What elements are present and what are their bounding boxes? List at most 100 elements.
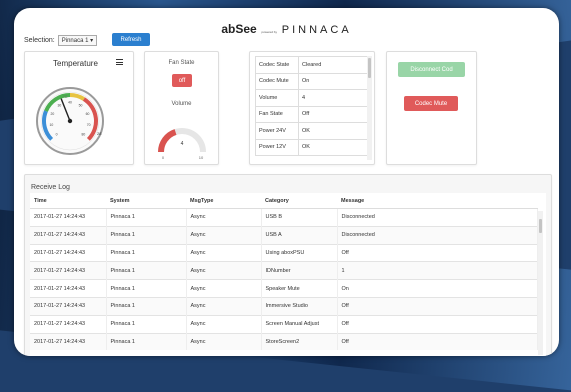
log-cell: Pinnaca 1 bbox=[106, 332, 187, 351]
selection-value: Pinnaca 1 bbox=[61, 38, 89, 44]
codec-row: Fan State Off bbox=[255, 105, 368, 123]
codec-status-panel: Codec State Cleared Codec Mute On Volume 4 Fan… bbox=[249, 51, 375, 165]
volume-max: 10 bbox=[199, 155, 204, 160]
log-cell: Async bbox=[186, 296, 262, 316]
temperature-unit: °C bbox=[63, 94, 68, 99]
log-cell: Speaker Mute bbox=[261, 279, 338, 298]
log-cell: Off bbox=[337, 332, 538, 351]
log-cell: IDNumber bbox=[261, 261, 338, 280]
log-cell: 1 bbox=[337, 261, 538, 280]
log-cell: Disconnected bbox=[337, 208, 538, 227]
table-row[interactable]: 2017-01-27 14:24:43 Pinnaca 1 Async USB A Di… bbox=[30, 225, 538, 245]
log-cell: 2017-01-27 14:24:43 bbox=[30, 314, 107, 334]
log-column-header[interactable]: MsgType bbox=[186, 193, 261, 209]
codec-key: Volume bbox=[255, 89, 299, 107]
log-cell: 2017-01-27 14:24:43 bbox=[30, 296, 107, 316]
receive-log-title: Receive Log bbox=[31, 184, 70, 191]
table-row[interactable]: 2017-01-27 14:24:43 Pinnaca 1 Async Immersi… bbox=[30, 296, 538, 316]
table-row[interactable]: 2017-01-27 14:24:43 Pinnaca 1 Async Screen … bbox=[30, 314, 538, 334]
action-panel: Disconnect Cod Codec Mute bbox=[386, 51, 477, 165]
codec-row: Power 24V OK bbox=[255, 122, 368, 140]
codec-value: Cleared bbox=[298, 56, 368, 74]
disconnect-codec-button[interactable]: Disconnect Cod bbox=[398, 62, 465, 77]
volume-min: 0 bbox=[162, 155, 165, 160]
codec-mute-button[interactable]: Codec Mute bbox=[404, 96, 458, 111]
codec-key: Fan State bbox=[255, 105, 299, 123]
volume-value: 4 bbox=[181, 141, 184, 147]
gauge-tick-label: 30 bbox=[58, 104, 62, 108]
log-cell: Pinnaca 1 bbox=[106, 208, 187, 227]
receive-log-panel: Receive Log Time System MsgType Category Mes… bbox=[24, 174, 552, 356]
codec-row: Power 12V OK bbox=[255, 138, 368, 156]
brand-header: abSee powered by PINNACA bbox=[14, 22, 559, 36]
brand-logo: abSee bbox=[221, 22, 257, 36]
codec-scrollbar[interactable] bbox=[367, 56, 372, 160]
log-cell: Off bbox=[337, 296, 538, 316]
codec-value: OK bbox=[298, 138, 368, 156]
log-cell: Pinnaca 1 bbox=[106, 225, 187, 245]
table-row[interactable]: 2017-01-27 14:24:43 Pinnaca 1 Async Using a… bbox=[30, 243, 538, 262]
log-cell: 2017-01-27 14:24:43 bbox=[30, 225, 107, 245]
chevron-down-icon: ▾ bbox=[90, 38, 94, 44]
temperature-readout: 28 bbox=[97, 131, 102, 136]
selection-dropdown[interactable]: Pinnaca 1 ▾ bbox=[57, 35, 98, 46]
log-cell: Async bbox=[186, 261, 262, 280]
log-cell: Async bbox=[186, 208, 262, 227]
log-cell: Off bbox=[337, 243, 538, 262]
log-cell: 2017-01-27 14:24:43 bbox=[30, 279, 107, 298]
selection-label: Selection: bbox=[24, 37, 55, 44]
log-cell: 2017-01-27 14:24:43 bbox=[30, 208, 107, 227]
fan-panel: Fan State off Volume 4 0 10 bbox=[144, 51, 219, 165]
log-cell: Async bbox=[186, 279, 262, 298]
log-cell: USB A bbox=[261, 225, 338, 245]
table-row[interactable]: 2017-01-27 14:24:43 Pinnaca 1 Async StoreSc… bbox=[30, 332, 538, 351]
log-cell: Async bbox=[186, 332, 262, 351]
log-cell: Async bbox=[186, 314, 262, 334]
codec-value: 4 bbox=[298, 89, 368, 107]
log-column-header[interactable]: System bbox=[106, 193, 186, 209]
table-row[interactable]: 2017-01-27 14:24:43 Pinnaca 1 Async USB B Di… bbox=[30, 208, 538, 227]
log-cell: 2017-01-27 14:24:43 bbox=[30, 261, 107, 280]
codec-value: On bbox=[298, 72, 368, 90]
gauge-tick-label: 20 bbox=[51, 112, 55, 116]
gauge-tick-label: 50 bbox=[79, 104, 83, 108]
gauge-tick-label: 80 bbox=[82, 133, 86, 137]
temperature-gauge: 0 10 2030 40 5060 70 80 °C 28 bbox=[36, 87, 104, 155]
table-row[interactable]: 2017-01-27 14:24:43 Pinnaca 1 Async IDNumbe… bbox=[30, 261, 538, 280]
codec-status-table: Codec State Cleared Codec Mute On Volume 4 Fan… bbox=[255, 56, 368, 156]
receive-log-scrollbar[interactable] bbox=[538, 211, 543, 355]
log-column-header[interactable]: Category bbox=[261, 193, 337, 209]
codec-value: OK bbox=[298, 122, 368, 140]
log-cell: Disconnected bbox=[337, 225, 538, 245]
log-cell: Async bbox=[186, 225, 262, 245]
gauge-tick-label: 60 bbox=[86, 112, 90, 116]
log-cell: USB B bbox=[261, 208, 338, 227]
volume-gauge: 4 0 10 bbox=[158, 128, 206, 160]
selection-row: Selection: Pinnaca 1 ▾ bbox=[24, 35, 98, 46]
gauge-tick-label: 70 bbox=[87, 123, 91, 127]
log-cell: Screen Manual Adjust bbox=[261, 314, 338, 334]
table-row[interactable]: 2017-01-27 14:24:43 Pinnaca 1 Async Speaker… bbox=[30, 279, 538, 298]
receive-log-table: Time System MsgType Category Message 2017-01… bbox=[30, 193, 538, 351]
app-screen: abSee powered by PINNACA Selection: Pinn… bbox=[14, 8, 559, 356]
log-cell: 2017-01-27 14:24:43 bbox=[30, 332, 107, 351]
log-cell: Immersive Studio bbox=[261, 296, 338, 316]
codec-row: Codec Mute On bbox=[255, 72, 368, 90]
log-column-header[interactable]: Message bbox=[337, 193, 537, 209]
refresh-button[interactable]: Refresh bbox=[112, 33, 150, 46]
log-cell: StoreScreen2 bbox=[261, 332, 338, 351]
codec-key: Power 24V bbox=[255, 122, 299, 140]
brand-company: PINNACA bbox=[281, 24, 352, 36]
codec-key: Codec State bbox=[255, 56, 299, 74]
temperature-panel: Temperature 0 10 20 30 40 50 60 70 80 °C 28 bbox=[24, 51, 134, 165]
log-cell: Using aboxPSU bbox=[261, 243, 338, 262]
codec-row: Codec State Cleared bbox=[255, 56, 368, 74]
gauge-tick-label: 10 bbox=[49, 123, 53, 127]
log-cell: Off bbox=[337, 314, 538, 334]
log-cell: On bbox=[337, 279, 538, 298]
fan-toggle-button[interactable]: off bbox=[172, 74, 192, 87]
codec-key: Codec Mute bbox=[255, 72, 299, 90]
log-column-header[interactable]: Time bbox=[30, 193, 106, 209]
log-cell: Async bbox=[186, 243, 262, 262]
log-cell: Pinnaca 1 bbox=[106, 296, 187, 316]
